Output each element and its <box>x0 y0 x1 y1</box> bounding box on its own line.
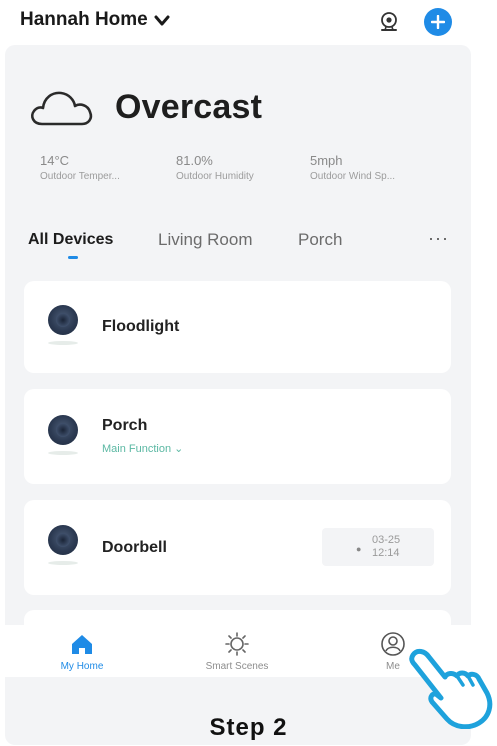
camera-icon[interactable] <box>377 10 401 34</box>
camera-device-icon <box>48 525 78 555</box>
weather-stat-temperature: 14°C Outdoor Temper... <box>40 153 120 182</box>
temperature-value: 14°C <box>40 153 70 168</box>
wind-value: 5mph <box>310 153 343 168</box>
tab-living-room[interactable]: Living Room <box>158 230 253 250</box>
weather-stat-humidity: 81.0% Outdoor Humidity <box>176 153 254 182</box>
step-caption: Step 2 <box>209 714 288 741</box>
chevron-down-icon <box>154 15 170 26</box>
profile-icon <box>381 632 405 656</box>
add-device-button[interactable] <box>424 8 452 36</box>
device-card-floodlight[interactable]: Floodlight <box>24 281 451 373</box>
home-selector[interactable]: Hannah Home <box>20 9 170 31</box>
weather-stat-wind: 5mph Outdoor Wind Sp... <box>310 153 395 182</box>
nav-my-home[interactable]: My Home <box>22 625 142 672</box>
status-time: 12:14 <box>372 547 400 559</box>
device-icon-shadow <box>48 341 78 345</box>
main-function-dropdown[interactable]: Main Function ⌄ <box>102 442 183 455</box>
camera-device-icon <box>48 415 78 445</box>
plus-icon <box>431 15 445 29</box>
active-tab-indicator <box>68 256 78 259</box>
weather-condition: Overcast <box>115 88 263 126</box>
wind-label: Outdoor Wind Sp... <box>310 171 396 182</box>
humidity-value: 81.0% <box>176 153 213 168</box>
device-name: Porch <box>102 417 148 434</box>
status-timestamp: 03-25 12:14 <box>372 534 400 560</box>
device-card-porch[interactable]: Porch Main Function ⌄ <box>24 389 451 484</box>
cloud-icon <box>30 91 93 126</box>
device-icon-shadow <box>48 561 78 565</box>
status-chip: ● 03-25 12:14 <box>322 528 434 566</box>
sun-icon <box>225 632 249 656</box>
status-date: 03-25 <box>372 534 401 546</box>
camera-device-icon <box>48 305 78 335</box>
nav-smart-scenes[interactable]: Smart Scenes <box>177 625 297 672</box>
alert-dot-icon: ● <box>356 544 362 554</box>
tab-porch[interactable]: Porch <box>298 230 342 250</box>
home-icon <box>72 635 92 654</box>
device-card-doorbell[interactable]: Doorbell ● 03-25 12:14 <box>24 500 451 595</box>
humidity-label: Outdoor Humidity <box>176 171 254 182</box>
more-tabs-button[interactable]: ··· <box>428 228 449 249</box>
nav-label: Smart Scenes <box>205 661 269 672</box>
device-name: Floodlight <box>102 318 180 335</box>
nav-label: My Home <box>60 661 104 672</box>
tab-all-devices[interactable]: All Devices <box>28 231 113 249</box>
device-icon-shadow <box>48 451 78 455</box>
device-name: Doorbell <box>102 539 167 556</box>
temperature-label: Outdoor Temper... <box>40 171 120 182</box>
home-name: Hannah Home <box>20 9 148 30</box>
